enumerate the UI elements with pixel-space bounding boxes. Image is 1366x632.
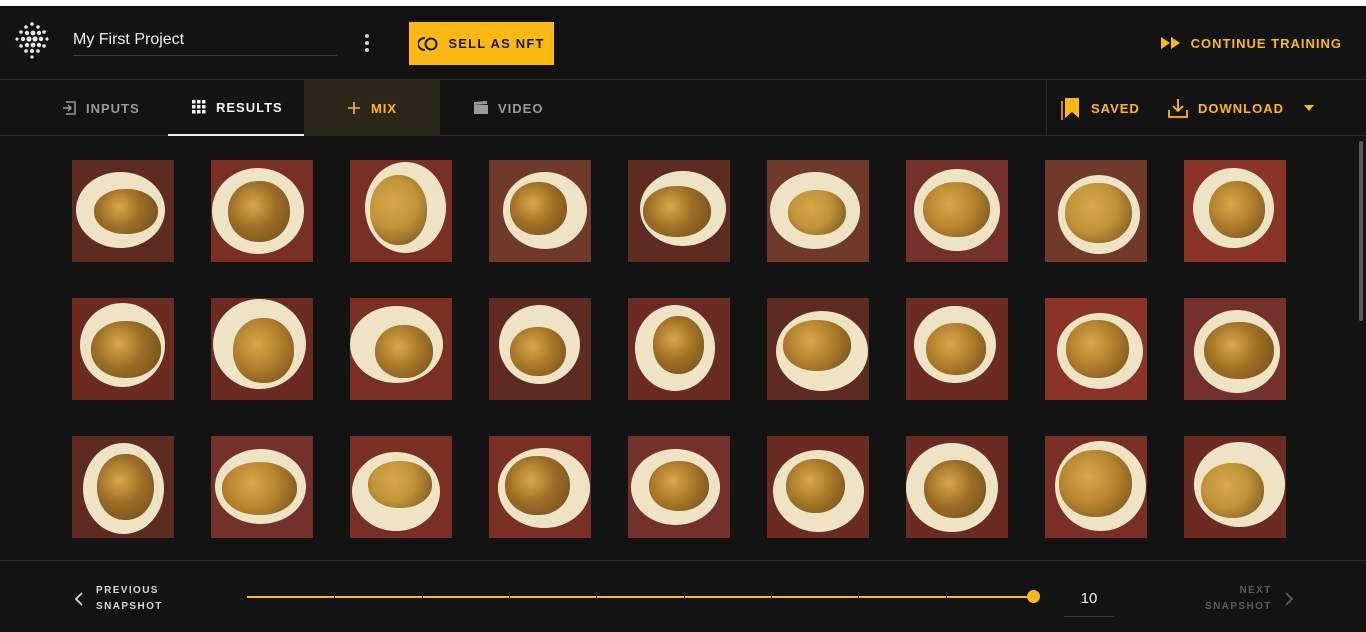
- slider-tick: [945, 595, 947, 599]
- grid-scrollbar[interactable]: [1359, 141, 1363, 321]
- next-label-line1: NEXT: [1239, 585, 1272, 596]
- tab-divider: [1046, 80, 1047, 136]
- slider-tick: [771, 595, 772, 599]
- grid-icon: [192, 100, 206, 114]
- result-thumbnail[interactable]: [72, 436, 174, 538]
- download-label: DOWNLOAD: [1198, 100, 1284, 116]
- continue-training-label: CONTINUE TRAINING: [1190, 35, 1342, 51]
- saved-button[interactable]: SAVED: [1061, 80, 1140, 136]
- result-thumbnail[interactable]: [628, 298, 730, 400]
- slider-tick: [334, 595, 336, 599]
- result-thumbnail[interactable]: [1045, 160, 1147, 262]
- slider-tick: [509, 595, 510, 599]
- result-thumbnail[interactable]: [1045, 298, 1147, 400]
- previous-label-line2: SNAPSHOT: [96, 601, 163, 612]
- previous-snapshot-label: PREVIOUS SNAPSHOT: [96, 583, 163, 615]
- previous-snapshot-button[interactable]: PREVIOUS SNAPSHOT: [74, 583, 163, 615]
- header: My First Project SELL AS NFT CONTINUE TR…: [0, 6, 1366, 80]
- continue-training-button[interactable]: CONTINUE TRAINING: [1160, 32, 1342, 54]
- result-thumbnail[interactable]: [906, 160, 1008, 262]
- previous-label-line1: PREVIOUS: [96, 585, 159, 596]
- sell-as-nft-label: SELL AS NFT: [448, 36, 545, 51]
- app-logo-icon[interactable]: [12, 20, 52, 60]
- tab-bar: INPUTS RESULTS MIX VIDEO SAVED DOWNLOAD: [0, 80, 1366, 136]
- result-thumbnail[interactable]: [350, 298, 452, 400]
- result-thumbnail[interactable]: [906, 298, 1008, 400]
- result-thumbnail[interactable]: [211, 298, 313, 400]
- bookmark-icon: [1061, 98, 1079, 120]
- slider-track: [247, 596, 1033, 598]
- sell-as-nft-button[interactable]: SELL AS NFT: [409, 22, 554, 65]
- next-snapshot-button[interactable]: NEXT SNAPSHOT: [1205, 583, 1294, 615]
- slider-handle[interactable]: [1027, 590, 1040, 603]
- inputs-icon: [63, 101, 76, 115]
- tab-video-label: VIDEO: [498, 100, 544, 116]
- result-thumbnail[interactable]: [350, 160, 452, 262]
- result-thumbnail[interactable]: [489, 160, 591, 262]
- slider-tick: [421, 595, 423, 599]
- result-thumbnail[interactable]: [211, 160, 313, 262]
- tab-mix-label: MIX: [370, 100, 398, 116]
- nft-icon: [418, 36, 438, 51]
- tab-inputs-label: INPUTS: [86, 100, 140, 116]
- fast-forward-icon: [1160, 37, 1180, 49]
- result-thumbnail[interactable]: [767, 298, 869, 400]
- result-thumbnail[interactable]: [1184, 436, 1286, 538]
- result-thumbnail[interactable]: [628, 160, 730, 262]
- project-title-field[interactable]: My First Project: [73, 30, 337, 56]
- next-snapshot-label: NEXT SNAPSHOT: [1205, 583, 1272, 615]
- chevron-down-icon[interactable]: [1304, 105, 1314, 111]
- result-thumbnail[interactable]: [767, 160, 869, 262]
- tab-inputs[interactable]: INPUTS: [62, 80, 140, 136]
- result-thumbnail[interactable]: [1045, 436, 1147, 538]
- result-thumbnail[interactable]: [489, 298, 591, 400]
- chevron-left-icon: [74, 592, 83, 606]
- result-thumbnail[interactable]: [489, 436, 591, 538]
- slider-tick: [858, 595, 860, 599]
- kebab-menu-icon[interactable]: [358, 32, 376, 54]
- result-thumbnail[interactable]: [350, 436, 452, 538]
- result-thumbnail[interactable]: [767, 436, 869, 538]
- snapshot-number-input[interactable]: 10: [1064, 581, 1114, 617]
- slider-tick: [596, 595, 598, 599]
- chevron-right-icon: [1285, 592, 1294, 606]
- result-thumbnail[interactable]: [72, 160, 174, 262]
- slider-tick: [683, 595, 685, 599]
- video-icon: [474, 101, 488, 114]
- result-thumbnail[interactable]: [211, 436, 313, 538]
- tab-video[interactable]: VIDEO: [474, 80, 543, 136]
- download-icon: [1168, 99, 1188, 118]
- plus-icon: [347, 102, 360, 114]
- snapshot-footer: PREVIOUS SNAPSHOT 10 NEXT SNAPSHOT: [0, 560, 1366, 632]
- tab-results[interactable]: RESULTS: [168, 80, 304, 136]
- results-grid: [0, 137, 1366, 560]
- download-button[interactable]: DOWNLOAD: [1168, 80, 1314, 136]
- tab-mix[interactable]: MIX: [304, 80, 440, 136]
- result-thumbnail[interactable]: [906, 436, 1008, 538]
- next-label-line2: SNAPSHOT: [1205, 601, 1272, 612]
- snapshot-slider[interactable]: [247, 590, 1040, 603]
- tab-results-label: RESULTS: [216, 99, 283, 115]
- result-thumbnail[interactable]: [72, 298, 174, 400]
- saved-label: SAVED: [1091, 100, 1140, 116]
- result-thumbnail[interactable]: [628, 436, 730, 538]
- result-thumbnail[interactable]: [1184, 298, 1286, 400]
- result-thumbnail[interactable]: [1184, 160, 1286, 262]
